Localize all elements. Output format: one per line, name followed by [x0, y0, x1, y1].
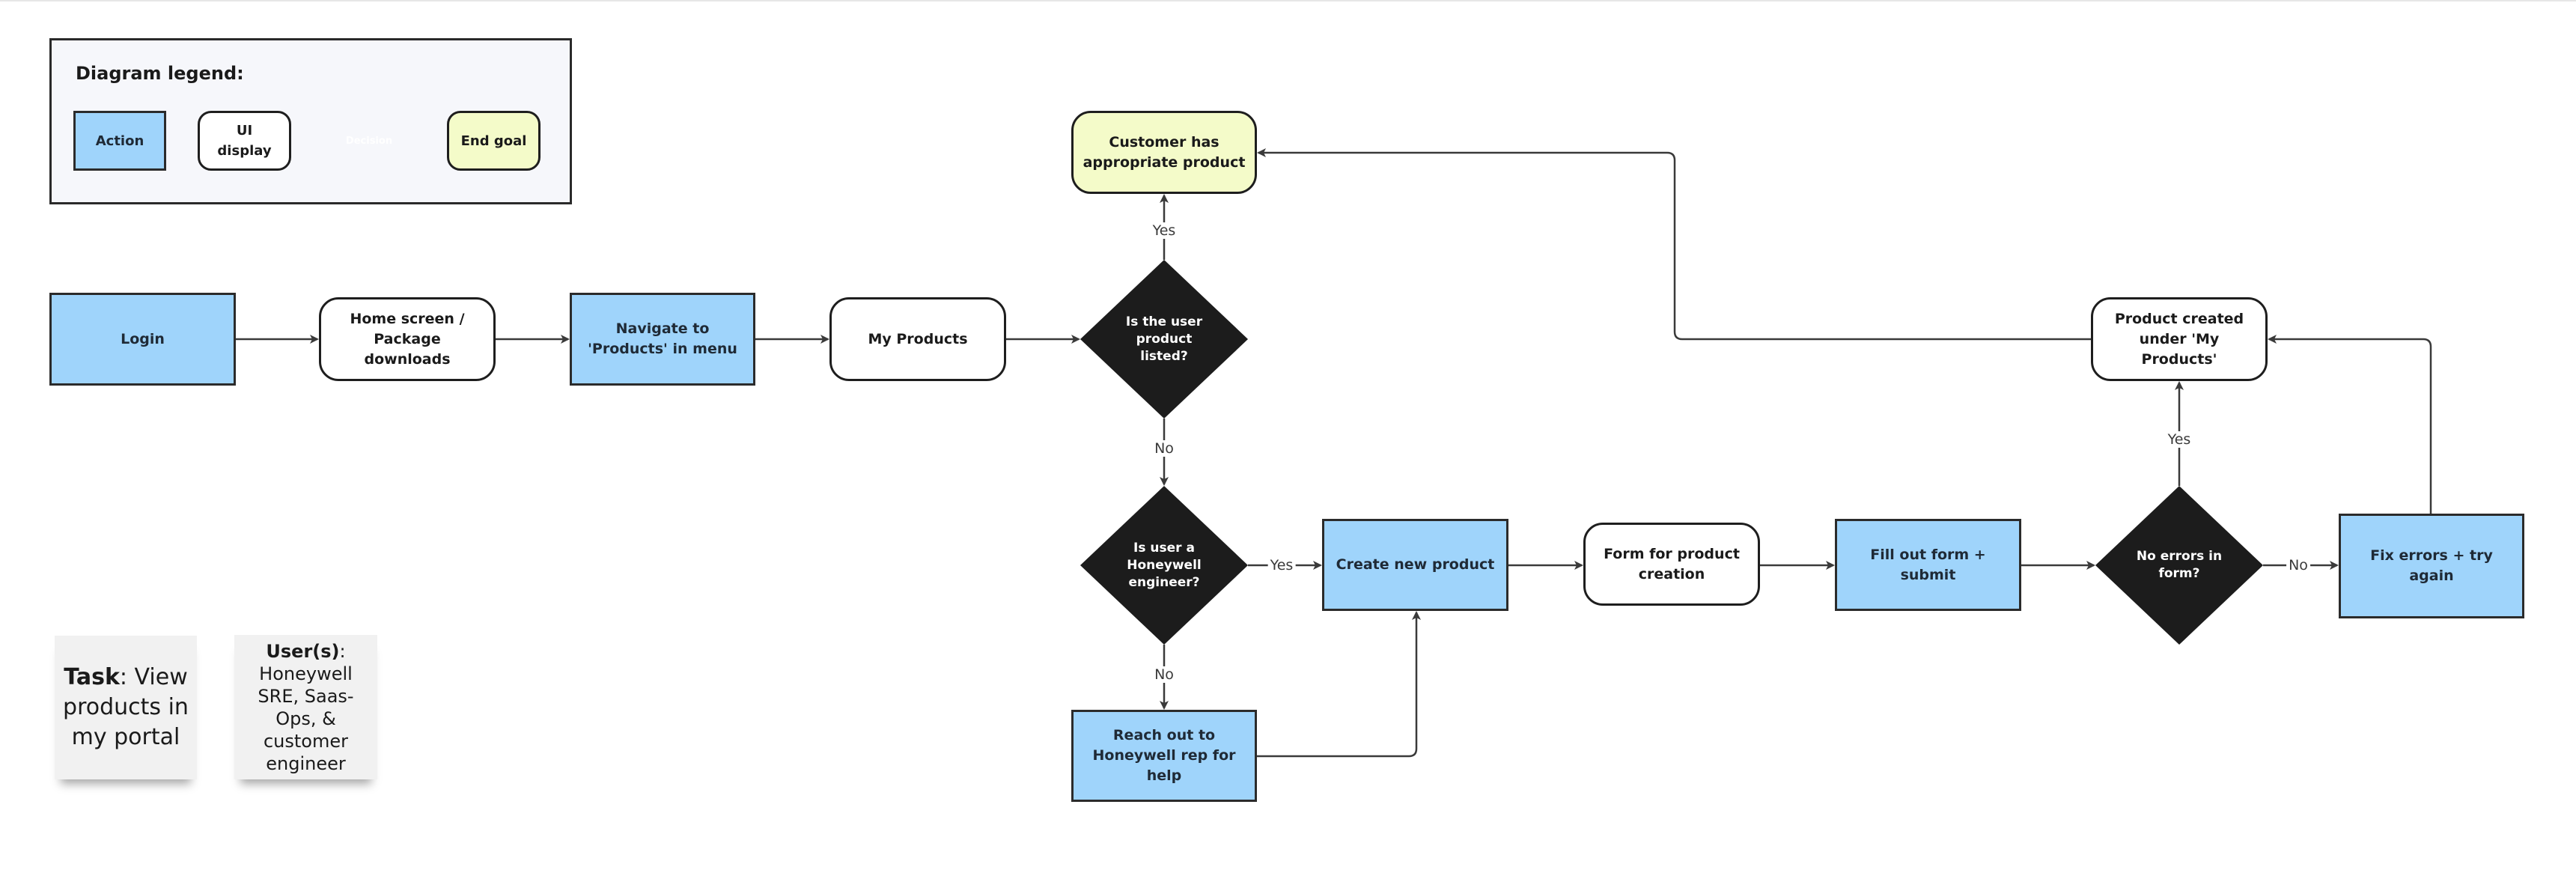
sticky-note-users: User(s): Honeywell SRE, Saas-Ops, & cust… [234, 635, 377, 779]
legend-ui-display: UI display [198, 111, 291, 171]
legend-end-goal: End goal [447, 111, 541, 171]
node-home-screen[interactable]: Home screen / Package downloads [319, 297, 496, 381]
legend-decision: Decision [345, 135, 393, 147]
edge-label-no: No [2286, 557, 2310, 574]
edge-created-customer [1257, 148, 2091, 341]
edge-fix-created [2268, 335, 2432, 514]
node-my-products[interactable]: My Products [829, 297, 1006, 381]
decision-is-listed-label: Is the user product listed? [1125, 314, 1203, 364]
node-navigate-products[interactable]: Navigate to 'Products' in menu [570, 293, 755, 386]
sticky-note-task: Task: View products in my portal [55, 636, 197, 779]
node-form-product-creation[interactable]: Form for product creation [1583, 523, 1760, 606]
edge-label-yes: Yes [1267, 557, 1296, 574]
node-fix-errors[interactable]: Fix errors + try again [2339, 514, 2524, 618]
node-reach-out[interactable]: Reach out to Honeywell rep for help [1071, 710, 1257, 802]
node-product-created[interactable]: Product created under 'My Products' [2091, 297, 2268, 381]
users-heading: User(s) [266, 640, 340, 662]
decision-no-errors-label: No errors in form? [2136, 549, 2223, 581]
task-heading: Task [64, 664, 120, 690]
node-fill-out-form[interactable]: Fill out form + submit [1835, 519, 2021, 611]
edge-label-yes: Yes [1150, 222, 1178, 239]
legend-title: Diagram legend: [76, 63, 244, 84]
edge-reach-create [1257, 611, 1421, 758]
node-login[interactable]: Login [49, 293, 236, 386]
edge-label-no: No [1152, 440, 1176, 457]
edge-label-no: No [1152, 666, 1176, 683]
decision-is-engineer-label: Is user a Honeywell engineer? [1127, 540, 1202, 590]
legend-action: Action [73, 111, 166, 171]
edge-label-yes: Yes [2165, 431, 2193, 448]
node-create-new-product[interactable]: Create new product [1322, 519, 1508, 611]
node-customer-has-product[interactable]: Customer has appropriate product [1071, 111, 1257, 194]
